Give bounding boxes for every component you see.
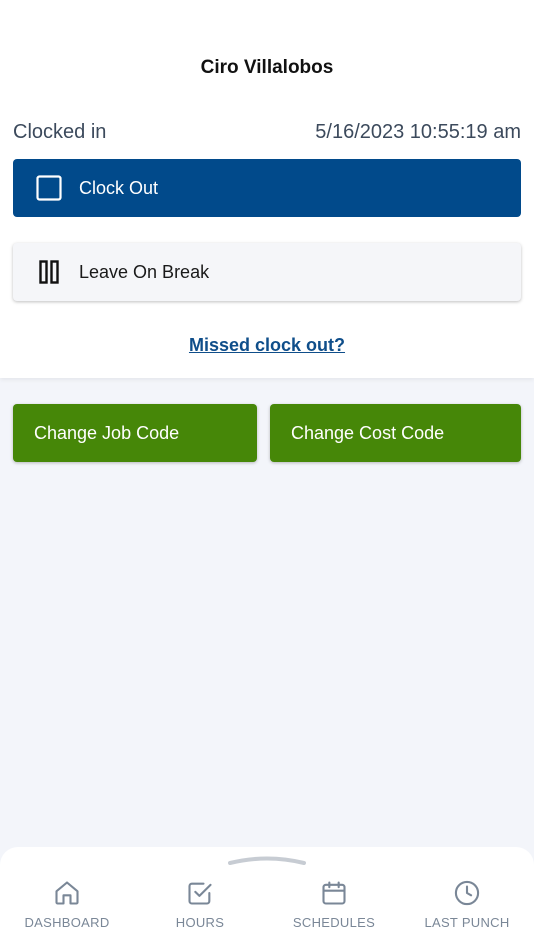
clock-panel: Ciro Villalobos Clocked in 5/16/2023 10:… [0,0,534,378]
nav-hours[interactable]: HOURS [140,879,260,930]
home-icon [55,881,79,905]
clock-timestamp: 5/16/2023 10:55:19 am [315,121,521,143]
status-row: Clocked in 5/16/2023 10:55:19 am [13,121,521,144]
missed-clock-out-link[interactable]: Missed clock out? [0,335,534,356]
change-job-code-button[interactable]: Change Job Code [13,404,257,462]
pause-icon [35,258,63,286]
nav-hours-label: HOURS [175,915,225,930]
checkbox-icon [188,882,212,905]
nav-dashboard-label: DASHBOARD [24,915,110,930]
nav-schedules-label: SCHEDULES [292,915,376,930]
nav-last-punch[interactable]: LAST PUNCH [407,879,527,930]
clock-out-button[interactable]: Clock Out [13,159,521,217]
stop-square-icon [35,174,63,202]
clock-icon [454,880,480,906]
break-label: Leave On Break [79,261,210,282]
user-name: Ciro Villalobos [200,57,334,78]
clock-out-label: Clock Out [79,177,159,198]
nav-dashboard[interactable]: DASHBOARD [7,879,127,930]
change-cost-code-button[interactable]: Change Cost Code [270,404,521,462]
calendar-icon [322,881,346,905]
clock-status-label: Clocked in [13,121,107,143]
nav-schedules[interactable]: SCHEDULES [274,879,394,930]
leave-on-break-button[interactable]: Leave On Break [13,243,521,301]
drag-handle[interactable] [228,856,306,865]
nav-last-punch-label: LAST PUNCH [424,915,510,930]
bottom-navigation: DASHBOARD HOURS SCHEDULES LAST PUNCH [0,847,534,950]
